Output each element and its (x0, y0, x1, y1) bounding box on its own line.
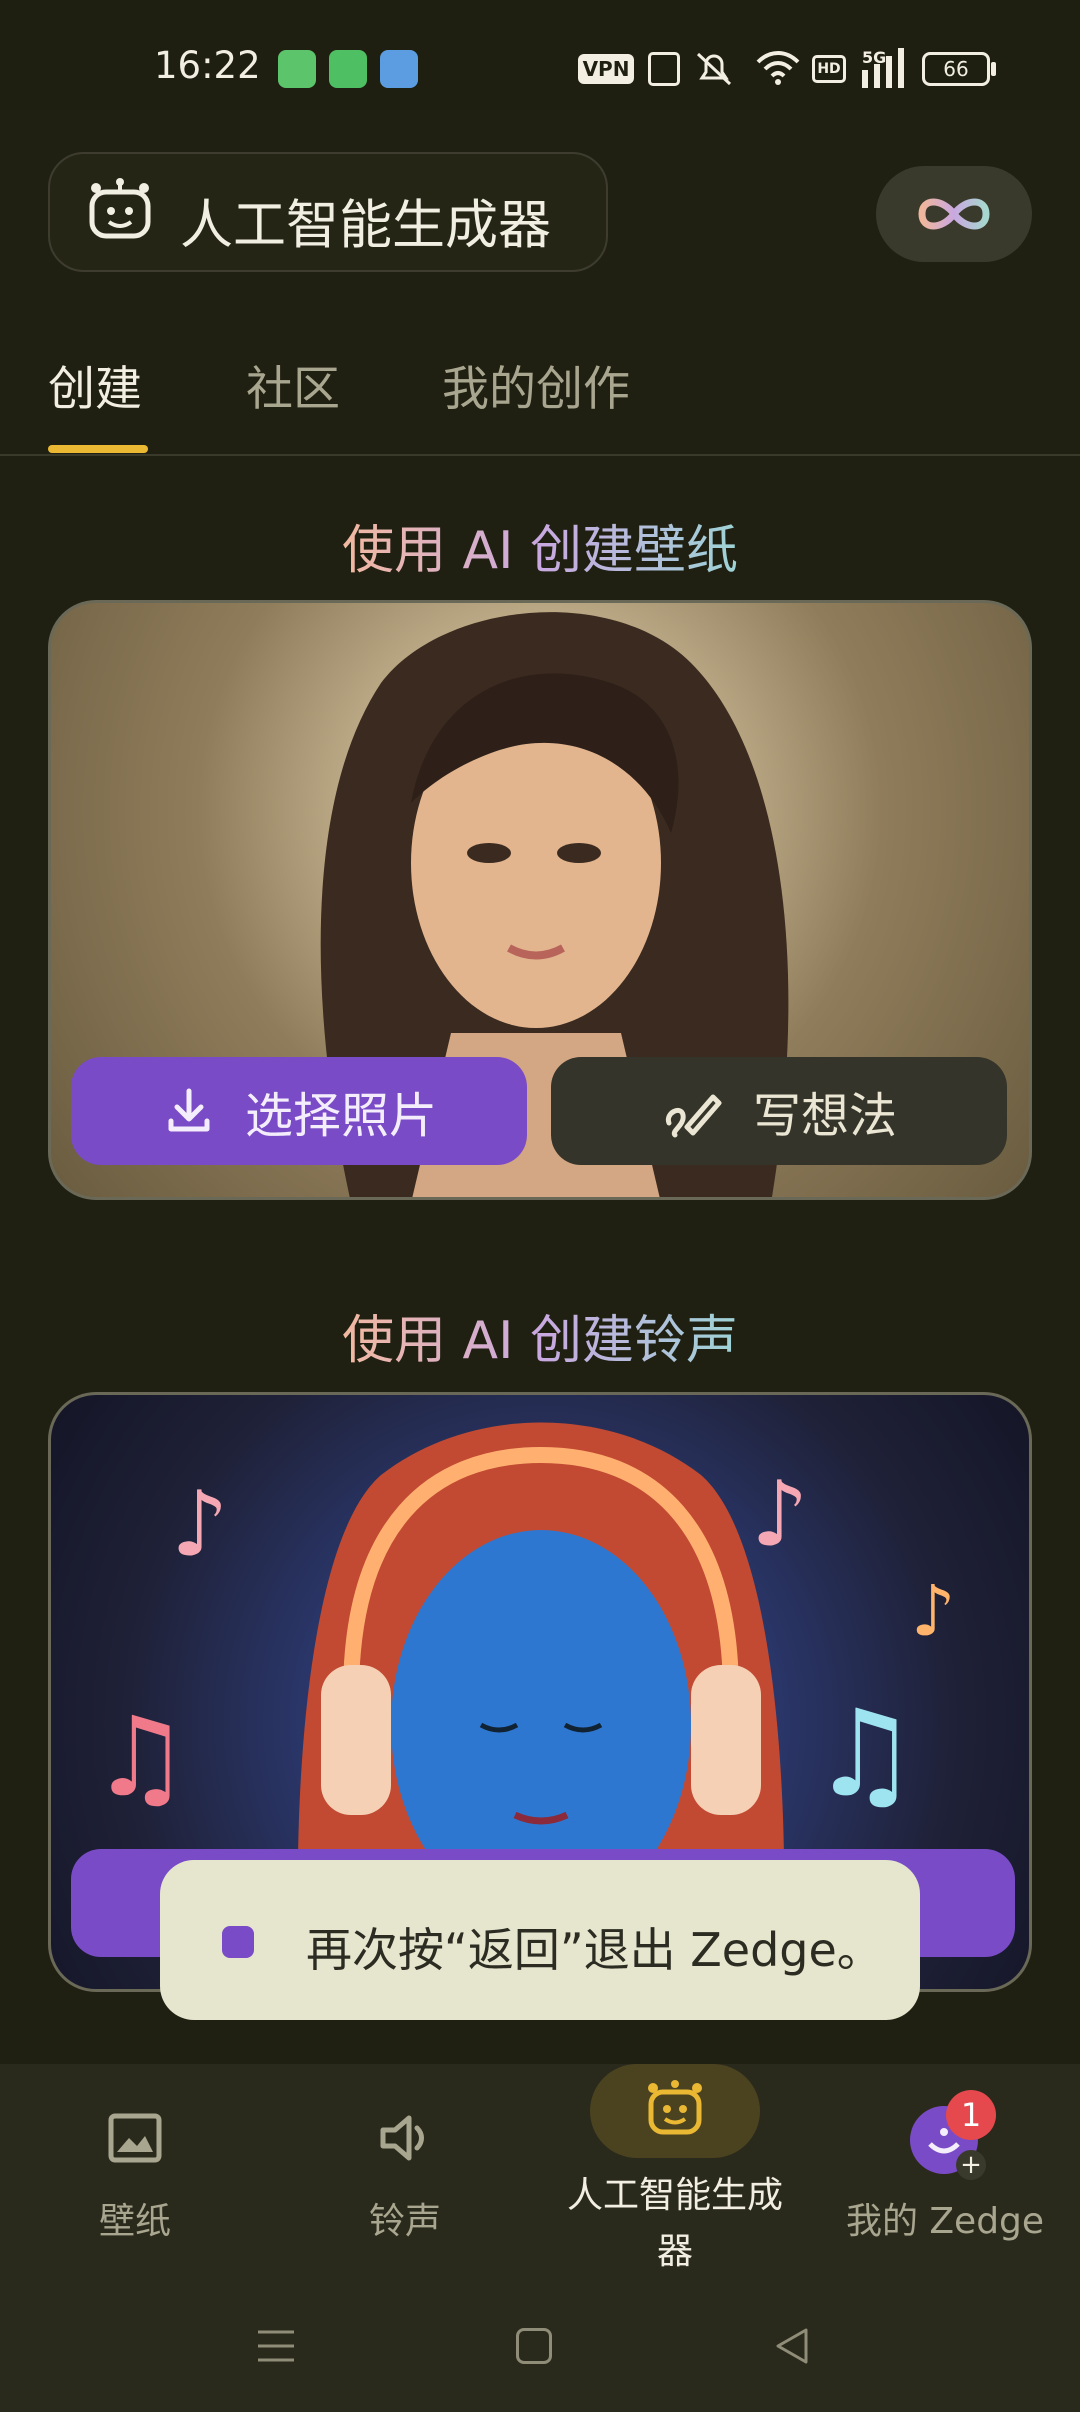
choose-photo-label: 选择照片 (244, 1088, 437, 1144)
nav-my-zedge-label: 我的 Zedge (845, 2201, 1045, 2242)
write-idea-button[interactable]: 写想法 (551, 1057, 1007, 1165)
infinity-icon (918, 198, 990, 230)
svg-text:♪: ♪ (751, 1462, 808, 1567)
message-notification-icon (329, 50, 367, 88)
back-icon[interactable] (772, 2326, 812, 2366)
tab-community[interactable]: 社区 (246, 350, 340, 419)
app-title: 人工智能生成器 (180, 195, 551, 256)
robot-icon (648, 2080, 702, 2135)
menu-icon[interactable] (256, 2328, 296, 2364)
nav-ai-label: 人工智能生成 器 (566, 2175, 783, 2272)
pen-icon (665, 1094, 722, 1138)
active-tab-indicator (48, 445, 148, 453)
mute-icon (694, 50, 734, 88)
infinity-button[interactable] (876, 166, 1032, 262)
nav-wallpapers[interactable]: 壁纸 (0, 2100, 270, 2250)
battery-icon: 66 (922, 52, 990, 86)
robot-icon (82, 178, 158, 242)
nfc-icon (648, 52, 680, 86)
image-icon (108, 2113, 162, 2163)
android-notification-icon (278, 50, 316, 88)
svg-text:♫: ♫ (811, 1685, 919, 1824)
speaker-icon (380, 2115, 424, 2161)
hd-icon: HD (812, 55, 846, 83)
vpn-icon: VPN (578, 54, 634, 84)
notification-badge: 1 (946, 2090, 996, 2140)
battery-tip (991, 62, 996, 76)
signal-5g-icon: 5G (862, 48, 910, 88)
home-icon[interactable] (516, 2328, 552, 2364)
write-idea-label: 写想法 (752, 1088, 897, 1144)
nav-ai-generator[interactable]: 人工智能生成 器 (540, 2064, 810, 2274)
tab-my-creations[interactable]: 我的创作 (442, 350, 630, 419)
download-icon (168, 1088, 210, 1132)
nav-my-zedge[interactable]: 1 + 我的 Zedge (810, 2090, 1080, 2250)
add-icon: + (956, 2150, 986, 2180)
zedge-logo-icon (222, 1926, 254, 1958)
choose-photo-button[interactable]: 选择照片 (71, 1057, 527, 1165)
svg-text:♫: ♫ (91, 1693, 190, 1821)
section-heading-ringtone: 使用 AI 创建铃声 (342, 1311, 738, 1371)
status-time: 16:22 (154, 44, 261, 87)
wallpaper-card[interactable]: 选择照片 写想法 (48, 600, 1032, 1200)
tabs-divider (0, 454, 1080, 456)
nav-ringtones[interactable]: 铃声 (270, 2100, 540, 2250)
section-heading-wallpaper: 使用 AI 创建壁纸 (342, 521, 738, 581)
toast-message: 再次按“返回”退出 Zedge。 (306, 1923, 883, 1977)
nav-wallpapers-label: 壁纸 (98, 2201, 171, 2242)
nav-ringtones-label: 铃声 (368, 2201, 441, 2242)
tab-create[interactable]: 创建 (48, 350, 142, 419)
wifi-icon (756, 50, 800, 86)
weather-notification-icon (380, 50, 418, 88)
svg-text:♪: ♪ (171, 1472, 228, 1577)
svg-text:♪: ♪ (911, 1570, 956, 1652)
